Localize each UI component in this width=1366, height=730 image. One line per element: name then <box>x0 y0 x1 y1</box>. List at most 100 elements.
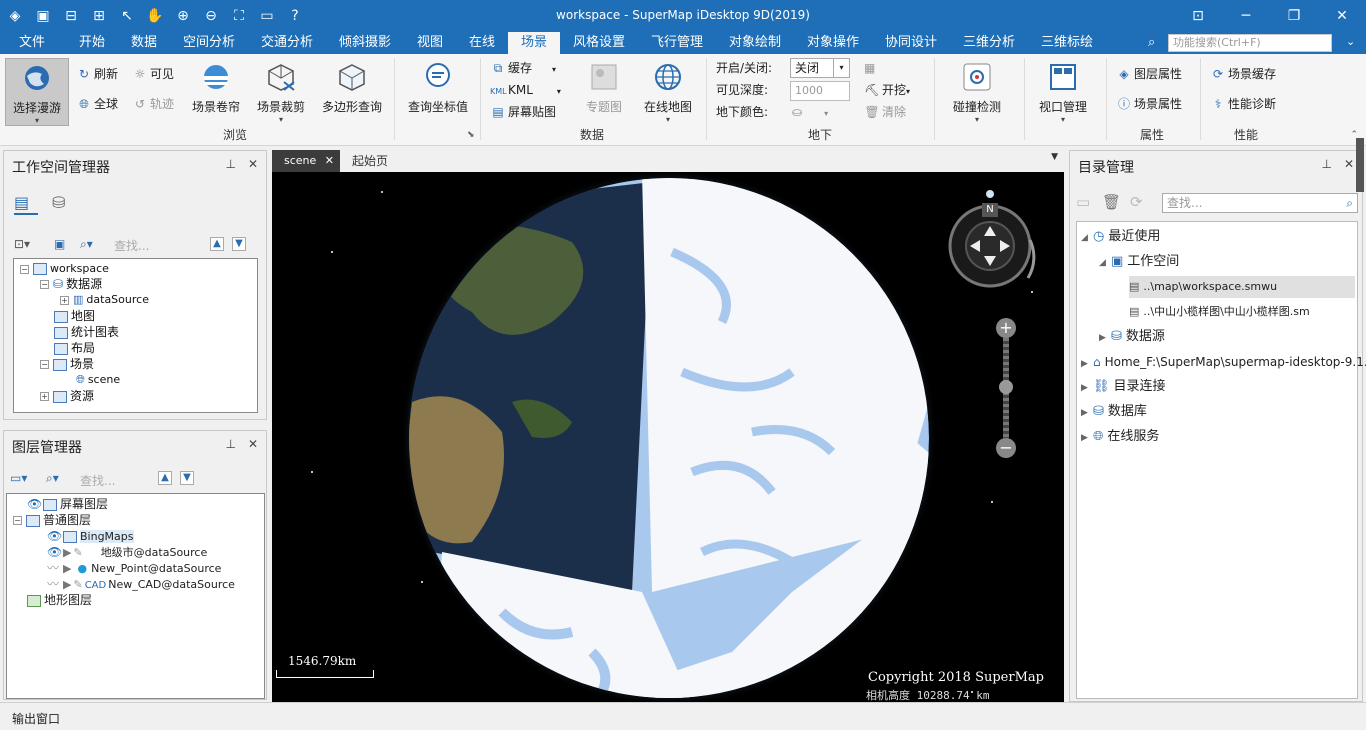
scene-cache-button[interactable]: ⟳ 场景缓存 <box>1210 64 1276 84</box>
menu-oblique[interactable]: 倾斜摄影 <box>332 32 398 54</box>
tree-node-scene[interactable]: 🌐︎ scene <box>76 372 120 388</box>
scene-roller-button[interactable]: 场景卷帘 <box>188 58 244 128</box>
expand-icon[interactable]: + <box>60 295 69 305</box>
workspace-search-input[interactable]: 查找... <box>114 237 149 254</box>
pin-icon[interactable]: ⊥ <box>1321 157 1331 171</box>
search-icon[interactable]: ⌕ <box>1346 194 1353 212</box>
tree-node-charts[interactable]: 统计图表 <box>54 324 119 340</box>
catalog-ws-file-1[interactable]: ▤ ..\map\workspace.smwu <box>1129 276 1355 298</box>
catalog-database[interactable]: ▶ ⛁ 数据库 <box>1081 401 1147 423</box>
tree-node-workspace[interactable]: − workspace <box>20 261 109 277</box>
catalog-online-service[interactable]: ▶ 🌐︎ 在线服务 <box>1081 426 1159 448</box>
tree-node-layouts[interactable]: 布局 <box>54 340 95 356</box>
add-layer-icon[interactable]: ▭▾ <box>10 471 27 485</box>
search-icon[interactable]: ⌕▾ <box>80 237 93 252</box>
dialog-launcher-icon[interactable]: ⬊ <box>467 130 475 140</box>
tree-node-resources[interactable]: + 资源 <box>40 388 94 404</box>
pin-icon[interactable]: ⊥ <box>225 157 235 171</box>
tilt-handle-icon[interactable] <box>986 190 994 198</box>
select-arrow-icon[interactable]: ▶ <box>63 562 71 575</box>
doc-icon[interactable]: ▣ <box>54 237 65 251</box>
menu-collab[interactable]: 协同设计 <box>878 32 944 54</box>
catalog-recent[interactable]: ◢ ◷ 最近使用 <box>1081 226 1160 248</box>
eye-icon[interactable]: 👁︎ <box>47 528 63 544</box>
menu-spatial-analysis[interactable]: 空间分析 <box>176 32 242 54</box>
menu-online[interactable]: 在线 <box>460 32 504 54</box>
menu-file[interactable]: 文件 <box>10 32 54 54</box>
edit-icon[interactable]: ✎ <box>73 546 82 559</box>
menu-start[interactable]: 开始 <box>70 32 114 54</box>
chevron-down-icon[interactable]: ▾ <box>833 59 849 77</box>
menu-traffic-analysis[interactable]: 交通分析 <box>254 32 320 54</box>
viewport-manage-button[interactable]: 视口管理 ▾ <box>1032 58 1094 128</box>
tree-node-maps[interactable]: 地图 <box>54 308 95 324</box>
eye-icon[interactable]: 👁︎ <box>47 544 63 560</box>
catalog-dir-link[interactable]: ▶ ⛓ 目录连接 <box>1081 376 1166 398</box>
visible-depth-input[interactable]: 1000 <box>790 81 850 101</box>
collapse-icon[interactable]: − <box>20 264 29 274</box>
new-folder-icon[interactable]: ▭ <box>1076 193 1090 211</box>
online-map-button[interactable]: 在线地图 ▾ <box>638 58 698 128</box>
eye-hidden-icon[interactable]: 〰 <box>47 576 63 592</box>
tree-node-scenes[interactable]: − 场景 <box>40 356 94 372</box>
zoom-out-icon[interactable]: − <box>996 438 1016 458</box>
tab-list-chevron-icon[interactable]: ▼ <box>1051 152 1058 162</box>
excavate-button[interactable]: ⛏ 开挖▾ <box>864 80 910 100</box>
tab-start-page[interactable]: 起始页 <box>352 150 388 172</box>
chevron-down-icon[interactable]: ⌄ <box>1346 35 1355 48</box>
perf-diag-button[interactable]: ⚕ 性能诊断 <box>1210 94 1276 114</box>
down-arrow-icon[interactable]: ▼ <box>232 237 246 251</box>
catalog-workspaces[interactable]: ◢ ▣ 工作空间 <box>1099 251 1179 273</box>
search-icon[interactable]: ⌕▾ <box>46 471 59 486</box>
function-search-input[interactable]: 功能搜索(Ctrl+F) <box>1168 34 1332 52</box>
workspace-tab-icon[interactable]: ▤ <box>14 193 29 212</box>
thematic-map-button[interactable]: 专题图 <box>580 58 628 128</box>
eye-icon[interactable]: 👁︎ <box>27 496 43 512</box>
clear-button[interactable]: 🗑︎ 清除 <box>864 102 906 122</box>
globe-button[interactable]: 🌐︎ 全球 <box>76 94 118 114</box>
navigation-compass[interactable]: N <box>946 190 1042 296</box>
menu-data[interactable]: 数据 <box>122 32 166 54</box>
collision-detect-button[interactable]: 碰撞检测 ▾ <box>946 58 1008 128</box>
scene-viewport[interactable]: N + − 1546.79km Copyright 2018 SuperMap … <box>272 172 1064 702</box>
catalog-home[interactable]: ▶ ⌂ Home_F:\SuperMap\supermap-idesktop-9.1… <box>1081 351 1366 373</box>
cache-button[interactable]: ⧉ 缓存 ▾ <box>490 58 556 78</box>
screen-layers-node[interactable]: 👁︎ 屏幕图层 <box>27 496 108 512</box>
menu-3d-plot[interactable]: 三维标绘 <box>1034 32 1100 54</box>
close-icon[interactable]: ✕ <box>248 157 258 171</box>
tree-node-datasources[interactable]: − ⛁ 数据源 <box>40 276 102 292</box>
close-button[interactable]: ✕ <box>1318 0 1366 32</box>
scene-clip-button[interactable]: 场景裁剪 ▾ <box>252 58 310 128</box>
layer-item-newpoint[interactable]: 〰 ▶ ● New_Point@dataSource <box>47 560 221 576</box>
layer-item-bingmaps[interactable]: 👁︎ BingMaps <box>47 528 134 544</box>
move-down-icon[interactable]: ▼ <box>180 471 194 485</box>
close-icon[interactable]: ✕ <box>325 150 334 172</box>
kml-button[interactable]: KMLKML ▾ <box>490 80 561 100</box>
query-coord-button[interactable]: 查询坐标值 <box>402 58 474 128</box>
side-scrollbar[interactable] <box>1356 138 1364 192</box>
layer-props-button[interactable]: ◈ 图层属性 <box>1116 64 1182 84</box>
eye-hidden-icon[interactable]: 〰 <box>47 560 63 576</box>
scene-props-button[interactable]: ⓘ 场景属性 <box>1116 94 1182 114</box>
menu-view[interactable]: 视图 <box>408 32 452 54</box>
menu-3d-analysis[interactable]: 三维分析 <box>956 32 1022 54</box>
database-tab-icon[interactable]: ⛁ <box>52 193 65 212</box>
select-arrow-icon[interactable]: ▶ <box>63 546 71 559</box>
menu-object-ops[interactable]: 对象操作 <box>800 32 866 54</box>
collapse-icon[interactable]: − <box>13 516 22 525</box>
normal-layers-node[interactable]: − 普通图层 <box>13 512 91 528</box>
expand-icon[interactable]: + <box>40 392 49 401</box>
terrain-layers-node[interactable]: 地形图层 <box>27 592 92 608</box>
underground-color-button[interactable]: ⛀ ▾ <box>792 102 828 122</box>
layer-item-newcad[interactable]: 〰 ▶ ✎ CAD New_CAD@dataSource <box>47 576 235 592</box>
polygon-query-button[interactable]: 多边形查询 <box>318 58 386 128</box>
up-arrow-icon[interactable]: ▲ <box>210 237 224 251</box>
minimize-button[interactable]: ─ <box>1222 0 1270 32</box>
close-icon[interactable]: ✕ <box>248 437 258 451</box>
layer-item-cities[interactable]: 👁︎▶ ✎ 地级市@dataSource <box>47 544 207 560</box>
catalog-datasources[interactable]: ▶ ⛁ 数据源 <box>1099 326 1165 348</box>
collapse-icon[interactable]: − <box>40 280 49 289</box>
underground-toggle-select[interactable]: 关闭 ▾ <box>790 58 850 78</box>
zoom-thumb[interactable] <box>999 380 1013 394</box>
select-arrow-icon[interactable]: ▶ <box>63 578 71 591</box>
